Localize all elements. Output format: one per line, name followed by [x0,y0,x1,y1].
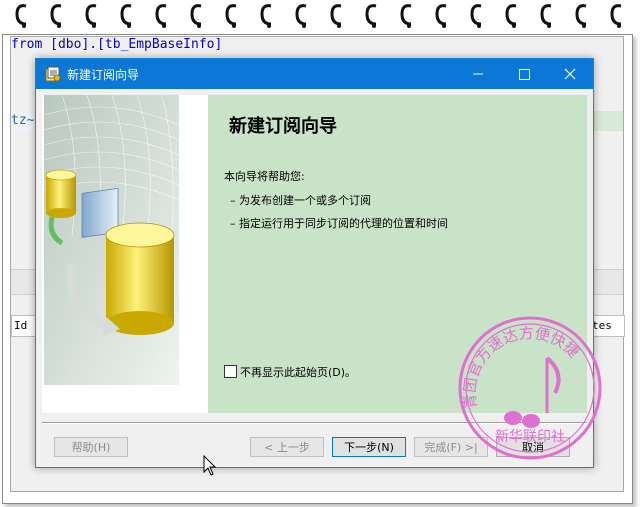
binding-ring-icon [539,2,555,28]
binding-ring-icon [259,2,275,28]
binding-ring-icon [154,2,170,28]
wizard-illustration [42,95,208,413]
dont-show-again-checkbox[interactable] [224,365,237,378]
binding-ring-icon [399,2,415,28]
binding-ring-icon [49,2,65,28]
dialog-title: 新建订阅向导 [67,68,140,82]
mouse-cursor-icon [203,455,217,476]
binding-ring-icon [14,2,30,28]
spiral-binding [0,0,641,34]
binding-ring-icon [329,2,345,28]
code-line-tz: tz~ [11,113,35,128]
binding-ring-icon [504,2,520,28]
binding-ring-icon [189,2,205,28]
dialog-titlebar[interactable]: 新建订阅向导 [36,59,593,89]
binding-ring-icon [364,2,380,28]
dont-show-again-label[interactable]: 不再显示此起始页(D)。 [240,364,356,380]
binding-ring-icon [294,2,310,28]
binding-ring-icon [609,2,625,28]
editor-highlight-mark [593,111,623,131]
wizard-bullet-create: – 为发布创建一个或多个订阅 [230,194,371,207]
next-button[interactable]: 下一步(N) [332,437,406,457]
binding-ring-icon [84,2,100,28]
help-button[interactable]: 帮助(H) [54,437,128,457]
wizard-heading: 新建订阅向导 [229,116,337,137]
minimize-icon [473,73,483,75]
wizard-icon [45,66,61,82]
code-line-from: from [dbo].[tb_EmpBaseInfo] [11,37,223,52]
binding-ring-icon [469,2,485,28]
wizard-intro-text: 本向导将帮助您: [224,170,305,183]
back-button[interactable]: < 上一步 [250,437,324,457]
wizard-bullet-schedule: – 指定运行用于同步订阅的代理的位置和时间 [230,217,448,230]
svg-text:新华联印社: 新华联印社 [495,429,565,445]
minimize-button[interactable] [455,59,501,89]
close-icon [564,68,576,80]
binding-ring-icon [119,2,135,28]
maximize-button[interactable] [501,59,547,89]
database-cylinders-illustration [43,95,180,385]
binding-ring-icon [224,2,240,28]
watermark-stamp: 青团官方速达方便快捷 新华联印社 [458,316,602,460]
svg-text:青团官方速达方便快捷: 青团官方速达方便快捷 [461,324,583,410]
close-button[interactable] [547,59,593,89]
binding-ring-icon [434,2,450,28]
binding-ring-icon [574,2,590,28]
maximize-icon [519,69,530,80]
